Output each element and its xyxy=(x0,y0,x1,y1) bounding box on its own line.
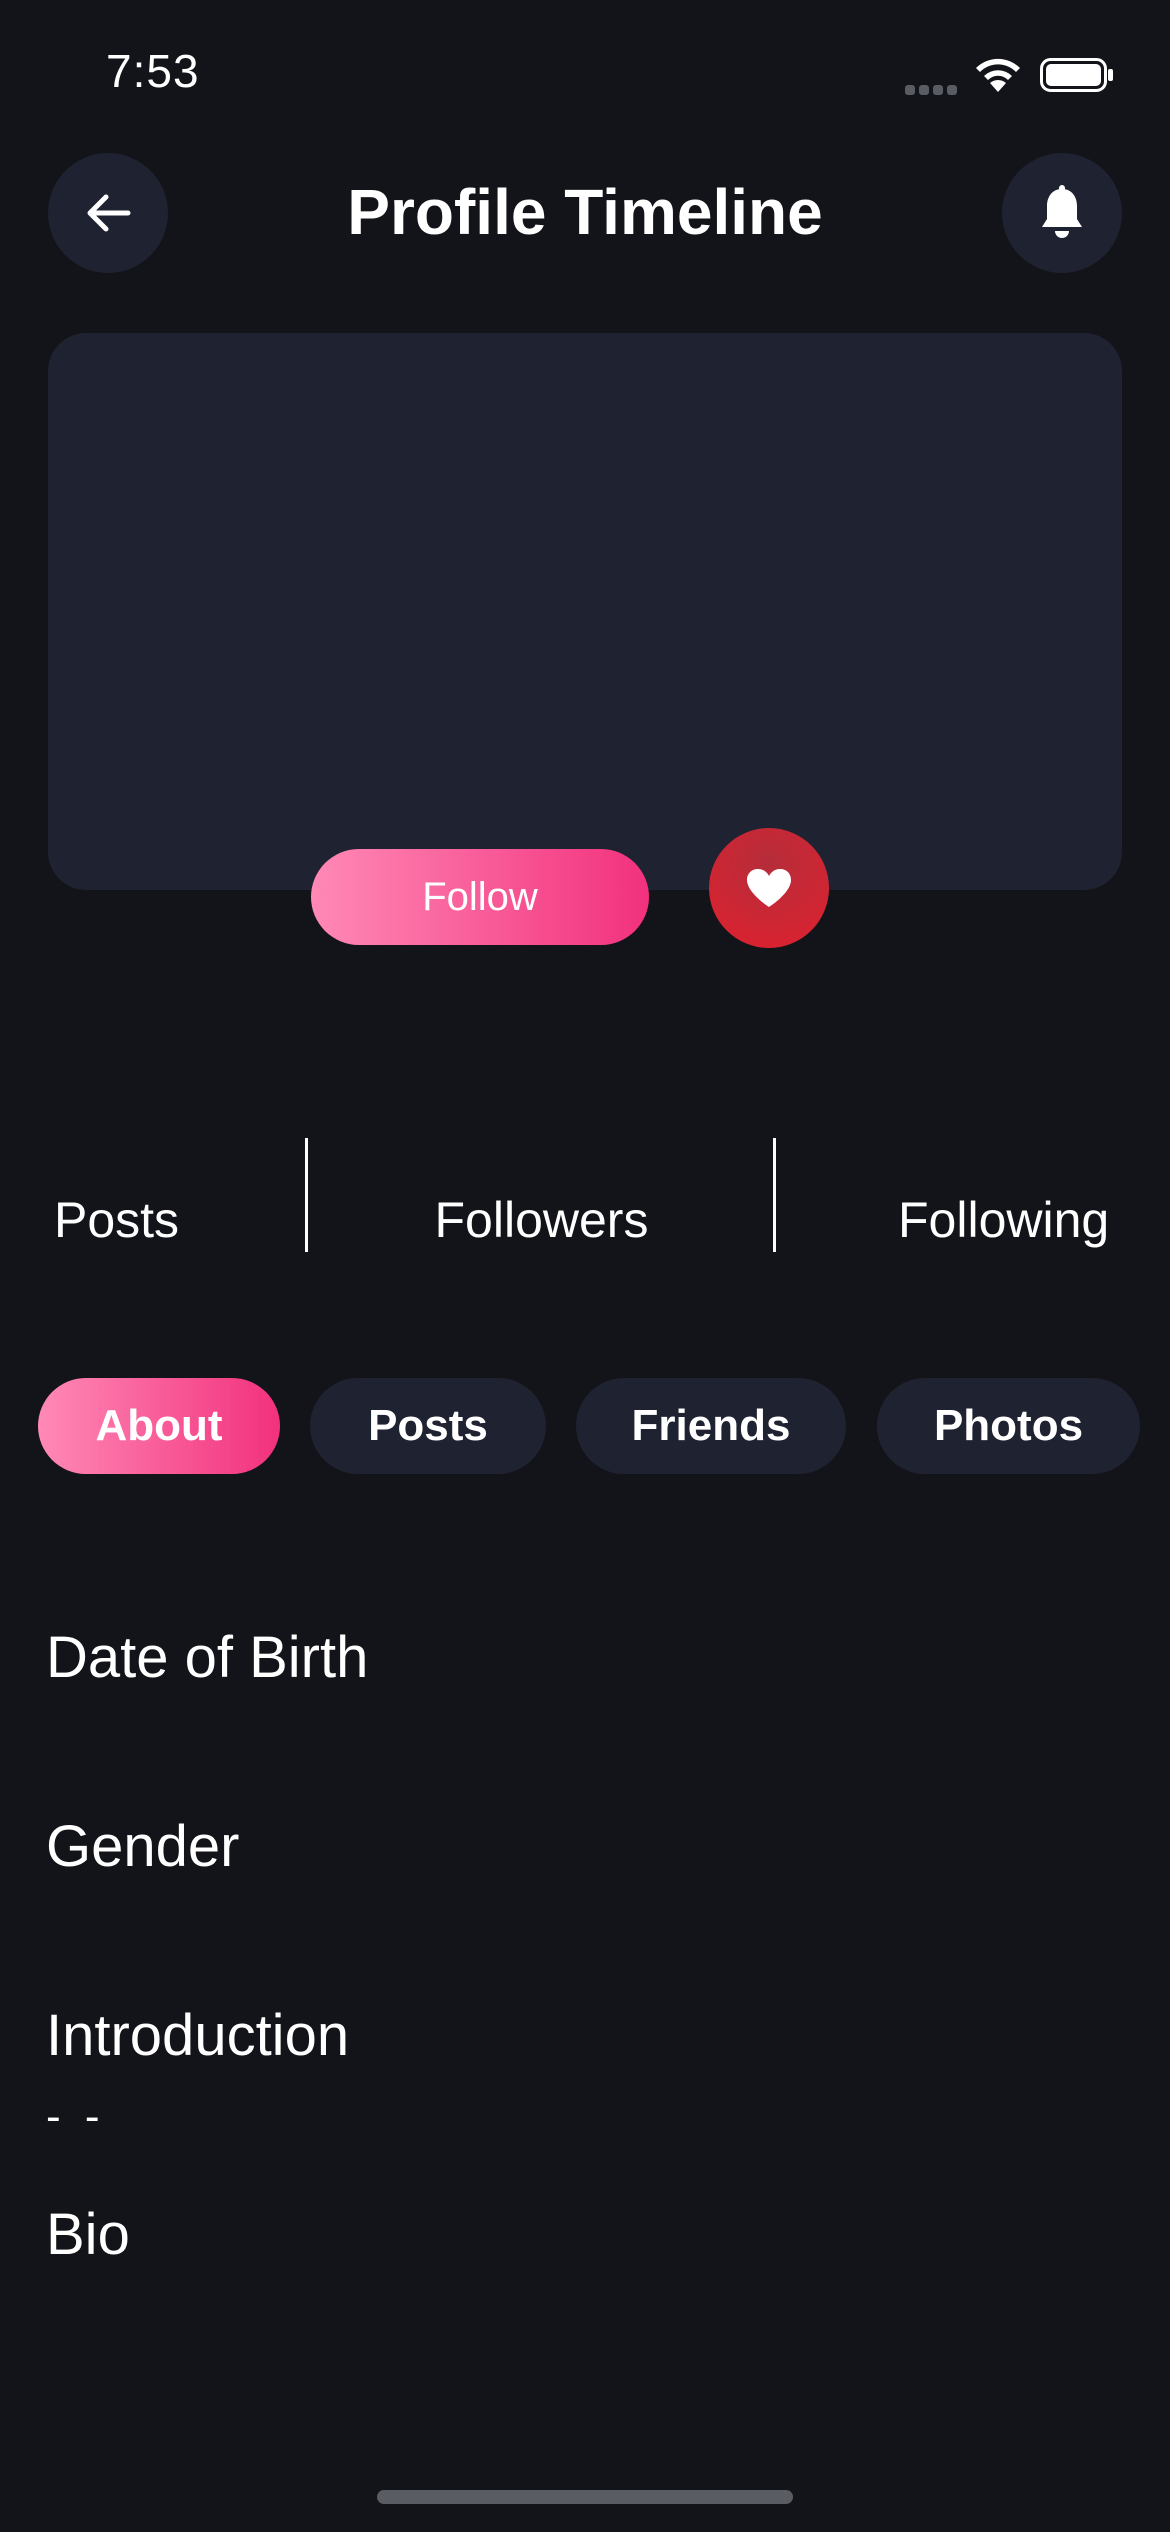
date-of-birth-label: Date of Birth xyxy=(46,1625,369,1690)
tab-photos[interactable]: Photos xyxy=(877,1378,1140,1474)
tab-posts[interactable]: Posts xyxy=(310,1378,546,1474)
gender-label: Gender xyxy=(46,1814,240,1879)
cover-image xyxy=(48,333,1122,890)
wifi-icon xyxy=(970,52,1026,94)
stats-divider xyxy=(773,1138,776,1252)
tab-about[interactable]: About xyxy=(38,1378,280,1474)
page-title: Profile Timeline xyxy=(347,176,823,248)
cellular-signal-icon xyxy=(905,82,961,95)
heart-icon xyxy=(747,869,791,907)
introduction-label: Introduction xyxy=(46,2003,350,2068)
battery-icon xyxy=(1040,58,1114,92)
bio-label: Bio xyxy=(46,2202,130,2267)
tab-friends[interactable]: Friends xyxy=(576,1378,846,1474)
introduction-value: - - xyxy=(46,2092,106,2141)
bell-icon xyxy=(1042,185,1082,238)
like-button[interactable] xyxy=(709,828,829,948)
follow-button[interactable]: Follow xyxy=(311,849,649,945)
stat-following[interactable]: Following xyxy=(898,1190,1109,1250)
status-time: 7:53 xyxy=(106,45,200,97)
home-indicator[interactable] xyxy=(377,2490,793,2504)
notifications-button[interactable] xyxy=(1002,153,1122,273)
